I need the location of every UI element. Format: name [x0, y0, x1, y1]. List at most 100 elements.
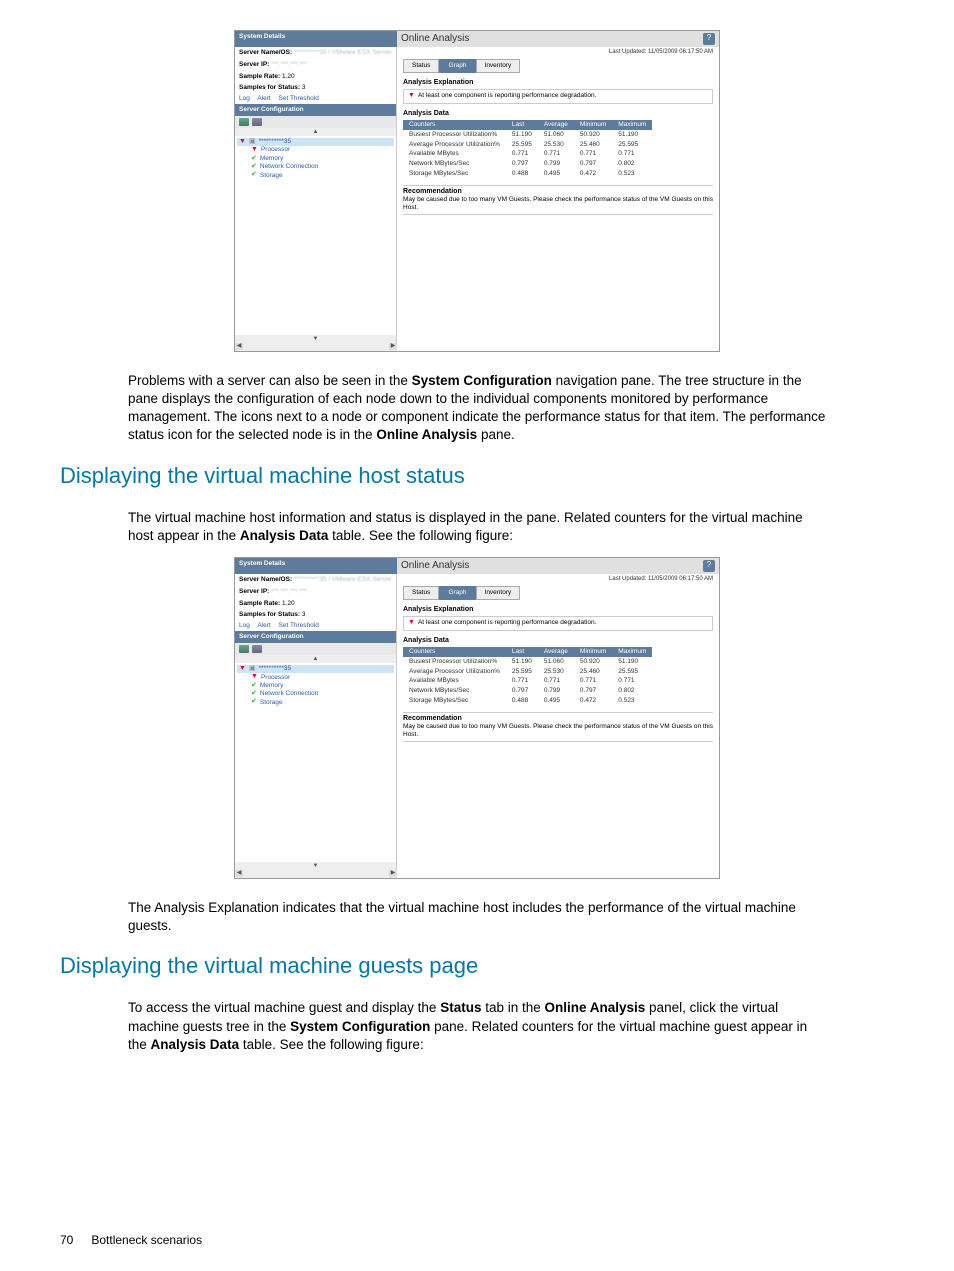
paragraph-2: The virtual machine host information and… — [128, 509, 826, 545]
warning-icon: ▼ — [251, 146, 258, 154]
tree-scroll-up[interactable]: ▲ — [235, 128, 396, 136]
tree-toolbar — [235, 116, 396, 128]
link-set-threshold[interactable]: Set Threshold — [279, 622, 319, 629]
tree-h-scroll[interactable]: ◀▶ — [235, 870, 397, 878]
tab-graph[interactable]: Graph — [439, 59, 475, 73]
help-icon[interactable]: ? — [703, 560, 715, 572]
link-alert[interactable]: Alert — [257, 95, 270, 102]
server-tree: ▼▣**********35 ▼Processor ✔Memory ✔Netwo… — [235, 663, 396, 862]
tree-memory[interactable]: ✔Memory — [237, 155, 394, 163]
server-name-os-value: **********35 / VMware ESX Server — [294, 576, 392, 583]
tree-storage[interactable]: ✔Storage — [237, 698, 394, 706]
tree-processor[interactable]: ▼Processor — [237, 146, 394, 154]
link-log[interactable]: Log — [239, 622, 250, 629]
link-set-threshold[interactable]: Set Threshold — [279, 95, 319, 102]
col-counters: Counters — [403, 647, 506, 657]
sample-rate-label: Sample Rate: — [239, 73, 280, 80]
samples-status-value: 3 — [302, 611, 306, 618]
warning-icon: ▼ — [239, 665, 246, 673]
tree-processor-label: Processor — [261, 674, 290, 682]
table-row: Storage MBytes/Sec0.4880.4950.4720.523 — [403, 169, 652, 179]
col-maximum: Maximum — [612, 120, 652, 130]
expand-all-icon[interactable] — [239, 118, 249, 126]
tree-network[interactable]: ✔Network Connection — [237, 163, 394, 171]
collapse-all-icon[interactable] — [252, 645, 262, 653]
scroll-right-icon[interactable]: ▶ — [389, 343, 397, 350]
tree-scroll-down[interactable]: ▼ — [235, 862, 396, 870]
help-icon[interactable]: ? — [703, 33, 715, 45]
online-analysis-title: Online Analysis — [401, 33, 469, 45]
last-updated-value: 11/05/2009 06:17:50 AM — [648, 49, 713, 55]
analysis-explanation-text: At least one component is reporting perf… — [418, 619, 597, 627]
paragraph-3: The Analysis Explanation indicates that … — [128, 899, 826, 935]
table-row: Network MBytes/Sec0.7970.7990.7970.802 — [403, 686, 652, 696]
scroll-right-icon[interactable]: ▶ — [389, 870, 397, 877]
recommendation-title: Recommendation — [403, 188, 713, 196]
warning-icon: ▼ — [408, 619, 415, 627]
tab-graph[interactable]: Graph — [439, 586, 475, 600]
table-row: Average Processor Utilization%25.59525.5… — [403, 140, 652, 150]
collapse-all-icon[interactable] — [252, 118, 262, 126]
analysis-data-table: Counters Last Average Minimum Maximum Bu… — [403, 120, 652, 179]
tree-storage-label: Storage — [260, 699, 283, 707]
tab-status[interactable]: Status — [403, 59, 439, 73]
tree-scroll-up[interactable]: ▲ — [235, 655, 396, 663]
server-ip-value: ***.***.***.*** — [271, 588, 307, 595]
col-minimum: Minimum — [574, 647, 612, 657]
tab-status[interactable]: Status — [403, 586, 439, 600]
analysis-explanation-title: Analysis Explanation — [403, 606, 713, 614]
server-name-os-label: Server Name/OS: — [239, 49, 292, 56]
heading-vm-host-status: Displaying the virtual machine host stat… — [60, 463, 894, 489]
tree-h-scroll[interactable]: ◀▶ — [235, 343, 397, 351]
table-row: Busiest Processor Utilization%51.19051.0… — [403, 657, 652, 667]
ok-icon: ✔ — [251, 682, 257, 690]
server-ip-label: Server IP: — [239, 588, 269, 595]
last-updated-label: Last Updated: — [609, 576, 646, 582]
tree-processor-label: Processor — [261, 146, 290, 154]
samples-status-label: Samples for Status: — [239, 84, 300, 91]
server-icon: ▣ — [249, 665, 256, 673]
tree-network[interactable]: ✔Network Connection — [237, 690, 394, 698]
tree-root[interactable]: ▼▣**********35 — [237, 665, 394, 673]
server-ip-label: Server IP: — [239, 61, 269, 68]
screenshot-online-analysis-1: System Details Online Analysis ? Server … — [234, 30, 720, 352]
col-average: Average — [538, 120, 574, 130]
paragraph-4: To access the virtual machine guest and … — [128, 999, 826, 1054]
page-number: 70 — [60, 1233, 73, 1247]
recommendation-text: May be caused due to too many VM Guests.… — [403, 196, 713, 212]
server-ip-value: ***.***.***.*** — [271, 61, 307, 68]
analysis-explanation-text: At least one component is reporting perf… — [418, 92, 597, 100]
ok-icon: ✔ — [251, 690, 257, 698]
system-details-title: System Details — [235, 31, 397, 47]
tree-root[interactable]: ▼▣**********35 — [237, 138, 394, 146]
scroll-left-icon[interactable]: ◀ — [235, 870, 243, 877]
scroll-left-icon[interactable]: ◀ — [235, 343, 243, 350]
tree-root-label: **********35 — [259, 138, 292, 146]
tab-inventory[interactable]: Inventory — [476, 59, 521, 73]
sample-rate-value: 1.20 — [282, 600, 295, 607]
tree-toolbar — [235, 643, 396, 655]
col-counters: Counters — [403, 120, 506, 130]
link-alert[interactable]: Alert — [257, 622, 270, 629]
tree-scroll-down[interactable]: ▼ — [235, 335, 396, 343]
sample-rate-label: Sample Rate: — [239, 600, 280, 607]
table-row: Average Processor Utilization%25.59525.5… — [403, 667, 652, 677]
recommendation-title: Recommendation — [403, 715, 713, 723]
tree-storage[interactable]: ✔Storage — [237, 171, 394, 179]
analysis-data-title: Analysis Data — [403, 110, 713, 118]
ok-icon: ✔ — [251, 155, 257, 163]
server-configuration-title: Server Configuration — [235, 631, 396, 643]
server-configuration-title: Server Configuration — [235, 104, 396, 116]
table-row: Storage MBytes/Sec0.4880.4950.4720.523 — [403, 696, 652, 706]
warning-icon: ▼ — [251, 673, 258, 681]
expand-all-icon[interactable] — [239, 645, 249, 653]
tree-memory-label: Memory — [260, 682, 283, 690]
screenshot-online-analysis-2: System Details Online Analysis ? Server … — [234, 557, 720, 879]
tab-inventory[interactable]: Inventory — [476, 586, 521, 600]
paragraph-1: Problems with a server can also be seen … — [128, 372, 826, 445]
tree-processor[interactable]: ▼Processor — [237, 673, 394, 681]
tree-memory[interactable]: ✔Memory — [237, 682, 394, 690]
heading-vm-guests-page: Displaying the virtual machine guests pa… — [60, 953, 894, 979]
link-log[interactable]: Log — [239, 95, 250, 102]
table-row: Available MBytes0.7710.7710.7710.771 — [403, 149, 652, 159]
